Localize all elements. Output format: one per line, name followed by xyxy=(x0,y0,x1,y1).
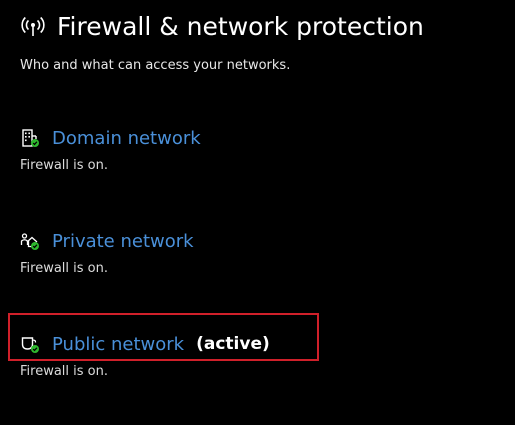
domain-network-status: Firewall is on. xyxy=(20,158,108,173)
page-subtitle: Who and what can access your networks. xyxy=(20,58,291,73)
private-home-icon xyxy=(20,231,40,251)
page-title: Firewall & network protection xyxy=(57,11,424,41)
private-network-status: Firewall is on. xyxy=(20,261,108,276)
private-network-link[interactable]: Private network xyxy=(52,231,194,252)
highlight-box xyxy=(8,313,319,361)
public-network-status: Firewall is on. xyxy=(20,364,108,379)
page-header: Firewall & network protection xyxy=(20,8,424,44)
domain-network-section: Domain network Firewall is on. xyxy=(20,125,490,174)
wireless-signal-icon xyxy=(20,13,46,39)
domain-building-icon xyxy=(20,128,40,148)
domain-network-link[interactable]: Domain network xyxy=(52,128,201,149)
private-network-section: Private network Firewall is on. xyxy=(20,228,490,277)
